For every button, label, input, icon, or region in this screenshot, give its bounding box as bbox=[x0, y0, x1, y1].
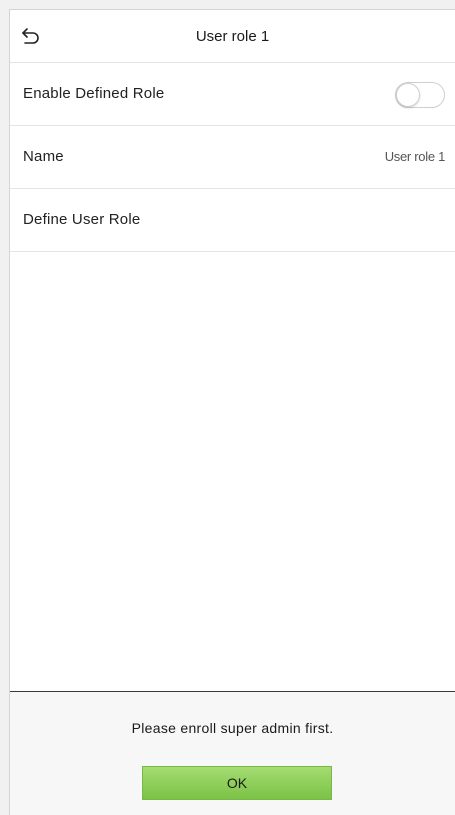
enable-defined-role-toggle[interactable] bbox=[395, 82, 445, 108]
define-user-role-label: Define User Role bbox=[23, 211, 141, 228]
enable-defined-role-label: Enable Defined Role bbox=[23, 85, 165, 102]
user-role-screen: User role 1 Enable Defined Role Name Use… bbox=[9, 9, 455, 815]
name-row[interactable]: Name User role 1 bbox=[10, 126, 455, 189]
header-bar: User role 1 bbox=[10, 10, 455, 63]
toggle-knob bbox=[396, 83, 420, 107]
ok-button[interactable]: OK bbox=[142, 766, 332, 800]
define-user-role-row[interactable]: Define User Role bbox=[10, 189, 455, 252]
page-title: User role 1 bbox=[195, 28, 270, 45]
name-label: Name bbox=[23, 148, 64, 165]
enable-defined-role-row[interactable]: Enable Defined Role bbox=[10, 63, 455, 126]
name-value: User role 1 bbox=[384, 149, 446, 164]
dialog-message: Please enroll super admin first. bbox=[131, 720, 334, 736]
alert-dialog: Please enroll super admin first. OK bbox=[10, 691, 455, 815]
